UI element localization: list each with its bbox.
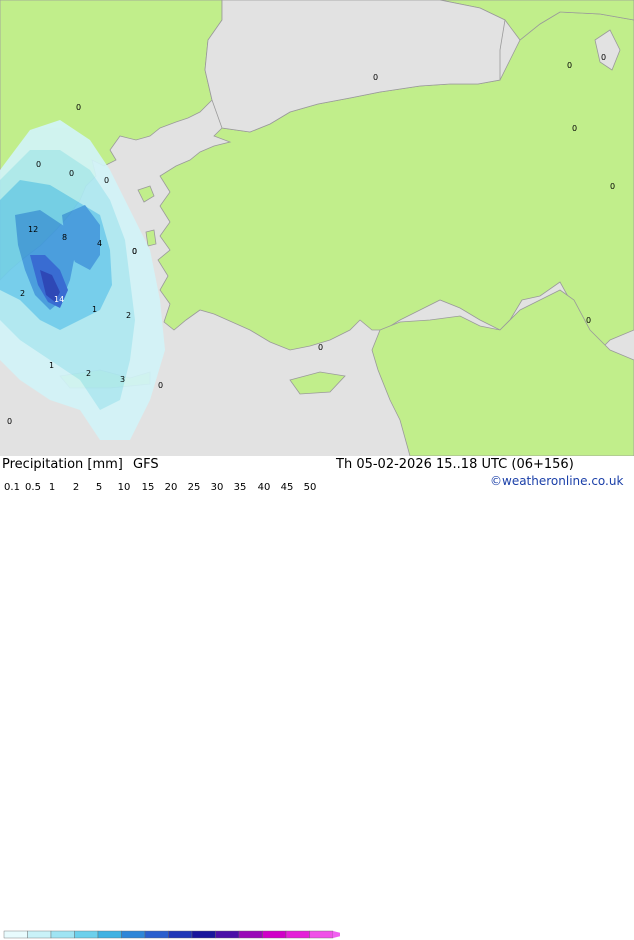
point-value: 0 bbox=[601, 53, 606, 62]
legend-tick: 0.5 bbox=[25, 482, 41, 493]
point-value: 0 bbox=[69, 169, 74, 178]
legend-tick: 20 bbox=[164, 482, 178, 493]
legend-swatch bbox=[238, 930, 263, 939]
legend-swatch bbox=[262, 930, 287, 939]
legend-swatch bbox=[144, 930, 169, 939]
legend-tick: 35 bbox=[233, 482, 247, 493]
legend-swatch bbox=[285, 930, 310, 939]
point-value: 0 bbox=[586, 316, 591, 325]
precipitation-map[interactable]: 0 0 0 0 0 0 0 0 0 0 0 12 8 4 0 2 14 1 2 … bbox=[0, 0, 634, 456]
legend-tick: 10 bbox=[117, 482, 131, 493]
point-value: 0 bbox=[373, 73, 378, 82]
legend-tick: 5 bbox=[95, 482, 103, 493]
legend-swatch bbox=[168, 930, 193, 939]
legend-tick: 2 bbox=[72, 482, 80, 493]
point-value: 0 bbox=[610, 182, 615, 191]
datetime-label: Th 05-02-2026 15..18 UTC (06+156) bbox=[336, 457, 574, 472]
precip-title: Precipitation [mm] bbox=[2, 457, 123, 472]
point-value: 0 bbox=[567, 61, 572, 70]
point-value: 0 bbox=[104, 176, 109, 185]
legend-swatch bbox=[121, 930, 146, 939]
legend-tick: 25 bbox=[187, 482, 201, 493]
legend-swatch bbox=[50, 930, 75, 939]
copyright[interactable]: ©weatheronline.co.uk bbox=[490, 474, 623, 488]
point-value: 8 bbox=[62, 233, 67, 242]
point-value: 1 bbox=[49, 361, 54, 370]
legend-tick: 30 bbox=[210, 482, 224, 493]
point-value: 14 bbox=[54, 295, 64, 304]
map-svg: 0 0 0 0 0 0 0 0 0 0 0 12 8 4 0 2 14 1 2 … bbox=[0, 0, 634, 456]
point-value: 0 bbox=[7, 417, 12, 426]
point-value: 4 bbox=[97, 239, 102, 248]
point-value: 0 bbox=[318, 343, 323, 352]
point-value: 0 bbox=[158, 381, 163, 390]
point-value: 3 bbox=[120, 375, 125, 384]
legend-swatch bbox=[309, 930, 334, 939]
point-value: 1 bbox=[92, 305, 97, 314]
legend-swatch bbox=[27, 930, 52, 939]
point-value: 2 bbox=[86, 369, 91, 378]
color-legend bbox=[3, 930, 340, 939]
point-value: 2 bbox=[20, 289, 25, 298]
legend-swatch bbox=[191, 930, 216, 939]
point-value: 0 bbox=[132, 247, 137, 256]
legend-tick: 15 bbox=[141, 482, 155, 493]
legend-tick: 1 bbox=[48, 482, 56, 493]
model-name: GFS bbox=[133, 457, 159, 472]
legend-tick: 45 bbox=[280, 482, 294, 493]
point-value: 12 bbox=[28, 225, 38, 234]
legend-swatch bbox=[3, 930, 28, 939]
map-title: Precipitation [mm] GFS bbox=[2, 457, 159, 472]
legend-swatch bbox=[74, 930, 99, 939]
legend-swatch bbox=[215, 930, 240, 939]
point-value: 0 bbox=[36, 160, 41, 169]
legend-tick: 40 bbox=[257, 482, 271, 493]
legend-arrow bbox=[333, 931, 340, 938]
island-chios bbox=[145, 229, 157, 247]
legend-tick: 50 bbox=[303, 482, 317, 493]
legend-swatch bbox=[97, 930, 122, 939]
point-value: 0 bbox=[572, 124, 577, 133]
point-value: 0 bbox=[76, 103, 81, 112]
point-value: 2 bbox=[126, 311, 131, 320]
legend-tick: 0.1 bbox=[4, 482, 20, 493]
